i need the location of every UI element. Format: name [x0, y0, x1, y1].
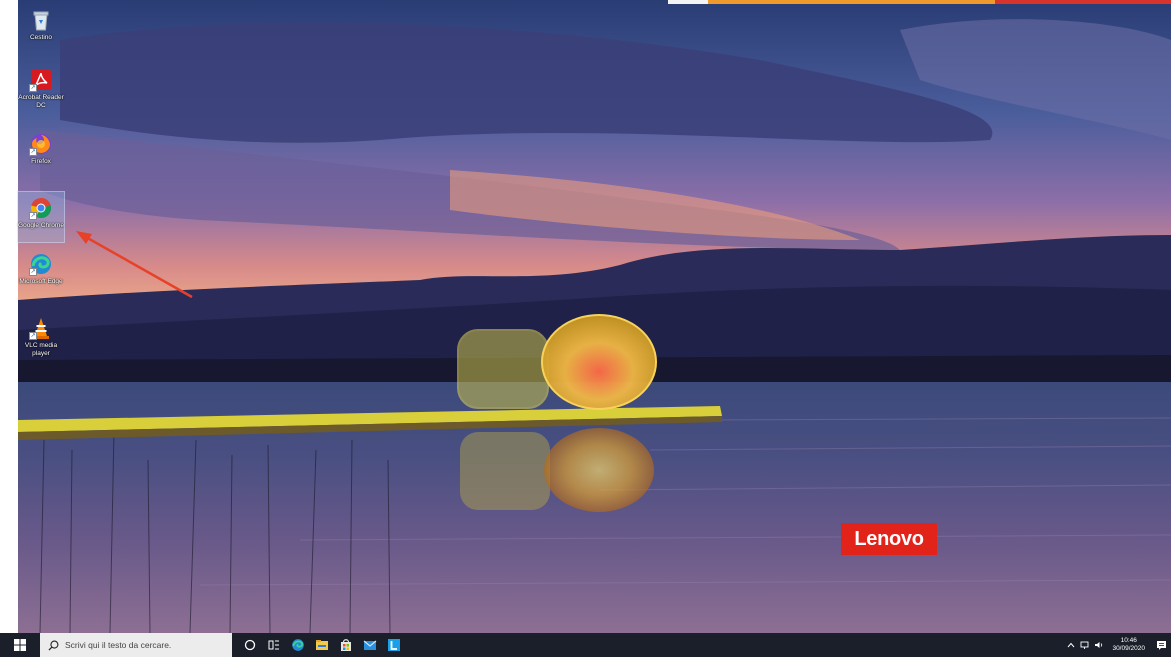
taskbar-clock[interactable]: 10:46 30/09/2020 — [1106, 637, 1151, 653]
cortana-button[interactable] — [238, 633, 262, 657]
desktop-icon-label: Firefox — [31, 158, 51, 165]
shortcut-arrow-icon: ↗ — [29, 332, 37, 340]
store-icon — [341, 639, 351, 651]
action-center-button[interactable] — [1151, 633, 1171, 657]
task-view-button[interactable] — [262, 633, 286, 657]
desktop-icon-label: Microsoft Edge — [19, 278, 63, 285]
system-tray: 10:46 30/09/2020 — [1064, 633, 1171, 657]
firefox-icon: ↗ — [29, 132, 53, 156]
shortcut-arrow-icon: ↗ — [29, 148, 37, 156]
taskbar-file-explorer-button[interactable] — [310, 633, 334, 657]
window-edge-strip — [668, 0, 1171, 4]
task-view-icon — [268, 640, 279, 650]
chevron-up-icon — [1068, 642, 1075, 648]
desktop-icon-label: Acrobat Reader DC — [18, 94, 64, 109]
taskbar-lenovo-vantage-button[interactable] — [382, 633, 406, 657]
taskbar-edge-button[interactable] — [286, 633, 310, 657]
edge-icon — [292, 639, 304, 651]
mail-icon — [363, 640, 377, 650]
wallpaper — [0, 0, 1171, 633]
desktop-icon-label: Google Chrome — [18, 222, 64, 229]
search-icon — [48, 640, 59, 651]
network-icon — [1081, 641, 1089, 649]
desktop-icon-label: VLC media player — [24, 342, 58, 357]
desktop-icon-recycle-bin[interactable]: Cestino — [18, 8, 64, 42]
shortcut-arrow-icon: ↗ — [29, 212, 37, 220]
lenovo-vantage-icon — [388, 639, 400, 651]
desktop-icon-chrome[interactable]: ↗ Google Chrome — [17, 191, 65, 243]
speaker-icon — [1095, 642, 1103, 648]
search-input[interactable] — [65, 640, 225, 650]
clock-date: 30/09/2020 — [1112, 645, 1145, 652]
file-explorer-icon — [316, 640, 328, 650]
desktop-icon-acrobat[interactable]: ↗ Acrobat Reader DC — [18, 68, 64, 110]
chrome-icon: ↗ — [29, 196, 53, 220]
shortcut-arrow-icon: ↗ — [29, 268, 37, 276]
edge-icon: ↗ — [29, 252, 53, 276]
notification-icon — [1156, 640, 1166, 650]
shortcut-arrow-icon: ↗ — [29, 84, 37, 92]
volume-button[interactable] — [1092, 633, 1106, 657]
show-hidden-icons-button[interactable] — [1064, 633, 1078, 657]
screen-edge — [0, 0, 18, 633]
cortana-icon — [244, 639, 256, 651]
taskbar-search-box[interactable] — [40, 633, 232, 657]
start-button[interactable] — [0, 633, 40, 657]
taskbar: 10:46 30/09/2020 — [0, 633, 1171, 657]
taskbar-mail-button[interactable] — [358, 633, 382, 657]
acrobat-reader-icon: ↗ — [29, 68, 53, 92]
network-button[interactable] — [1078, 633, 1092, 657]
desktop-icon-vlc[interactable]: ↗ VLC media player — [18, 316, 64, 358]
vlc-icon: ↗ — [29, 316, 53, 340]
desktop[interactable]: Cestino ↗ Acrobat Reader DC ↗ Firefox ↗ … — [0, 0, 1171, 633]
lenovo-logo: Lenovo — [841, 523, 937, 555]
taskbar-store-button[interactable] — [334, 633, 358, 657]
desktop-icon-firefox[interactable]: ↗ Firefox — [18, 132, 64, 166]
desktop-icon-edge[interactable]: ↗ Microsoft Edge — [18, 252, 64, 286]
clock-time: 10:46 — [1120, 637, 1137, 644]
windows-logo-icon — [14, 639, 26, 651]
recycle-bin-icon — [29, 8, 53, 32]
desktop-icon-label: Cestino — [29, 34, 53, 41]
